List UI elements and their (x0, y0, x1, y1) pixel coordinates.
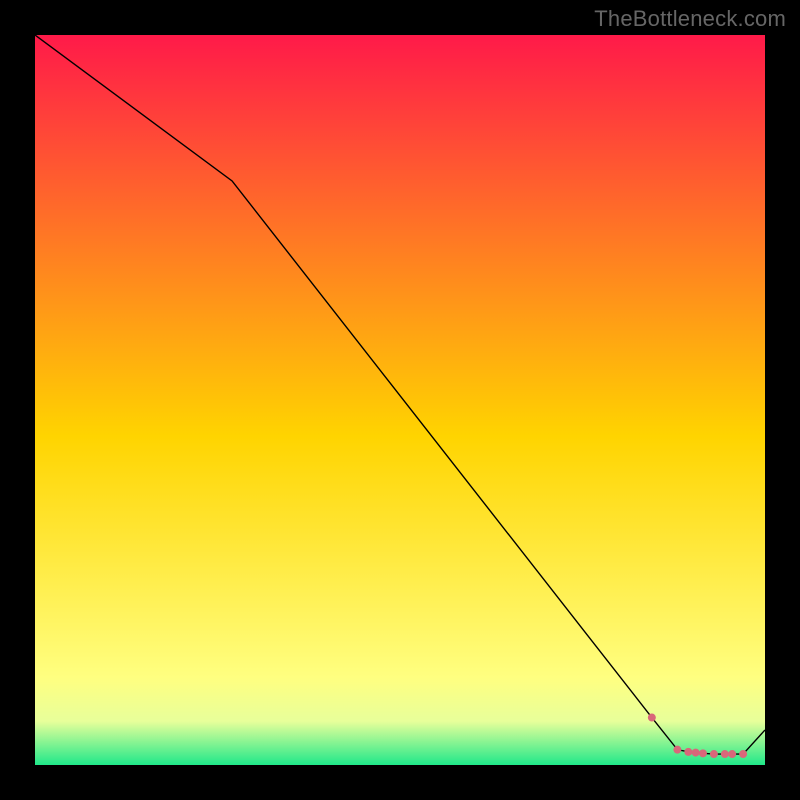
data-point-marker (684, 748, 692, 756)
data-point-marker (673, 746, 681, 754)
watermark-text: TheBottleneck.com (594, 6, 786, 32)
data-point-marker (710, 750, 718, 758)
chart-plot (35, 35, 765, 765)
chart-stage: TheBottleneck.com (0, 0, 800, 800)
data-point-marker (692, 749, 700, 757)
data-point-marker (699, 749, 707, 757)
data-point-marker (728, 750, 736, 758)
data-point-marker (721, 750, 729, 758)
data-point-marker (648, 714, 656, 722)
data-point-marker (739, 750, 747, 758)
chart-background (35, 35, 765, 765)
